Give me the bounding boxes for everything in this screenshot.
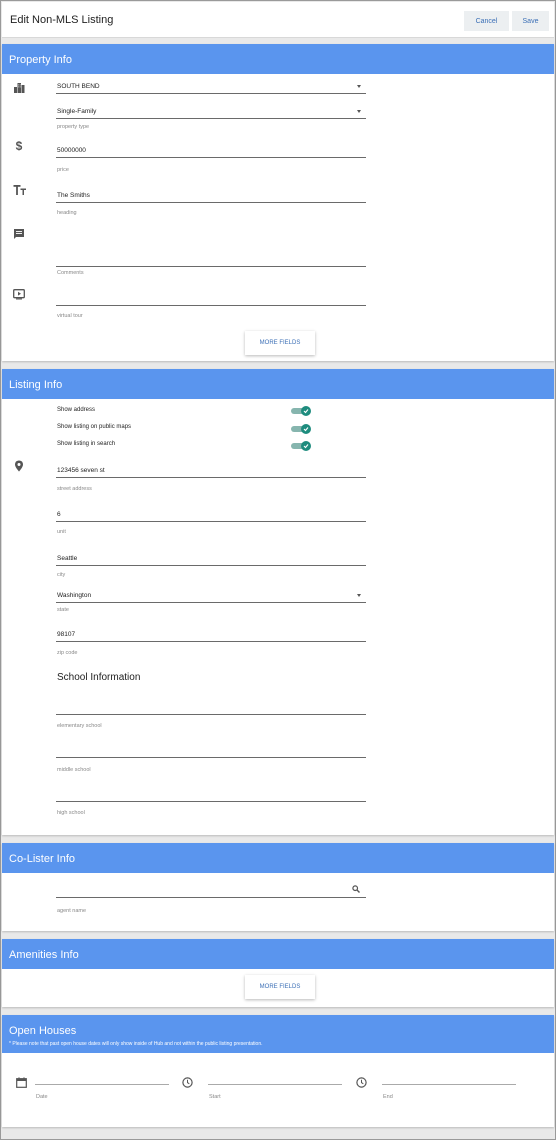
price-value: 50000000 [57, 147, 86, 154]
chevron-down-icon [357, 85, 361, 88]
open-houses-notice: * Please note that past open house dates… [9, 1041, 263, 1047]
property-type-select[interactable]: Single-Family [56, 103, 366, 119]
listing-info-card: Listing Info Show address Show listing o… [2, 369, 554, 835]
search-icon[interactable] [352, 885, 360, 893]
agent-name-label: agent name [57, 908, 87, 914]
text-size-icon [13, 184, 27, 196]
open-house-start-input[interactable] [208, 1073, 342, 1085]
heading-label: heading [57, 210, 77, 216]
virtual-tour-input[interactable] [56, 289, 366, 306]
unit-input[interactable]: 6 [56, 504, 366, 522]
top-bar: Edit Non-MLS Listing Cancel Save [2, 2, 554, 38]
co-lister-info-header: Co-Lister Info [2, 843, 554, 873]
show-search-toggle[interactable] [291, 441, 311, 451]
city-input[interactable]: Seattle [56, 548, 366, 566]
cancel-button[interactable]: Cancel [464, 11, 509, 31]
comments-label: Comments [57, 270, 84, 276]
start-label: Start [209, 1094, 221, 1100]
heading-value: The Smiths [57, 192, 90, 199]
amenities-info-card: Amenities Info MORE FIELDS [2, 939, 554, 1007]
open-house-date-input[interactable] [35, 1073, 169, 1085]
state-label: state [57, 607, 69, 613]
dollar-icon: $ [15, 139, 23, 153]
area-select[interactable]: SOUTH BEND [56, 78, 366, 94]
show-address-label: Show address [57, 407, 96, 413]
save-button[interactable]: Save [512, 11, 549, 31]
open-houses-card: Open Houses * Please note that past open… [2, 1015, 554, 1127]
show-address-toggle[interactable] [291, 406, 311, 416]
calendar-icon [15, 1076, 27, 1088]
state-value: Washington [57, 592, 92, 599]
property-more-fields-button[interactable]: MORE FIELDS [245, 331, 315, 355]
chevron-down-icon [357, 594, 361, 597]
city-value: Seattle [57, 555, 78, 562]
elementary-school-label: elementary school [57, 723, 102, 729]
high-school-label: high school [57, 810, 85, 816]
city-label: city [57, 572, 66, 578]
clock-icon [355, 1076, 367, 1088]
video-icon [13, 288, 25, 300]
co-lister-info-card: Co-Lister Info agent name [2, 843, 554, 931]
price-label: price [57, 167, 69, 173]
comments-textarea[interactable] [56, 227, 366, 267]
property-type-value: Single-Family [57, 108, 97, 115]
end-label: End [383, 1094, 393, 1100]
open-house-end-input[interactable] [382, 1073, 516, 1085]
street-address-label: street address [57, 486, 92, 492]
heading-input[interactable]: The Smiths [56, 185, 366, 203]
school-information-heading: School Information [57, 672, 141, 683]
area-select-value: SOUTH BEND [57, 83, 100, 90]
unit-value: 6 [57, 511, 61, 518]
unit-label: unit [57, 529, 66, 535]
middle-school-input[interactable] [56, 741, 366, 758]
city-icon [13, 82, 25, 94]
date-label: Date [36, 1094, 48, 1100]
middle-school-label: middle school [57, 767, 91, 773]
street-address-value: 123456 seven st [57, 467, 105, 474]
price-input[interactable]: 50000000 [56, 141, 366, 158]
street-address-input[interactable]: 123456 seven st [56, 461, 366, 478]
state-select[interactable]: Washington [56, 588, 366, 603]
check-icon [301, 406, 311, 416]
property-info-header: Property Info [2, 44, 554, 74]
zip-code-value: 98107 [57, 631, 76, 638]
zip-code-label: zip code [57, 650, 78, 656]
property-info-card: Property Info SOUTH BEND Single-Family p… [2, 44, 554, 361]
chevron-down-icon [357, 110, 361, 113]
high-school-input[interactable] [56, 785, 366, 802]
page-frame: Edit Non-MLS Listing Cancel Save Propert… [0, 0, 556, 1140]
show-maps-label: Show listing on public maps [57, 424, 132, 430]
check-icon [301, 424, 311, 434]
zip-code-input[interactable]: 98107 [56, 624, 366, 642]
virtual-tour-label: virtual tour [57, 313, 83, 319]
show-maps-toggle[interactable] [291, 424, 311, 434]
check-icon [301, 441, 311, 451]
amenities-info-header: Amenities Info [2, 939, 554, 969]
show-search-label: Show listing in search [57, 441, 116, 447]
page-title: Edit Non-MLS Listing [10, 14, 114, 26]
amenities-more-fields-button[interactable]: MORE FIELDS [245, 975, 315, 999]
agent-name-input[interactable] [56, 880, 366, 898]
elementary-school-input[interactable] [56, 699, 366, 715]
listing-info-header: Listing Info [2, 369, 554, 399]
property-type-label: property type [57, 124, 90, 130]
clock-icon [181, 1076, 193, 1088]
location-pin-icon [13, 460, 25, 472]
comment-icon [13, 228, 25, 240]
open-houses-header: Open Houses [2, 1015, 554, 1053]
